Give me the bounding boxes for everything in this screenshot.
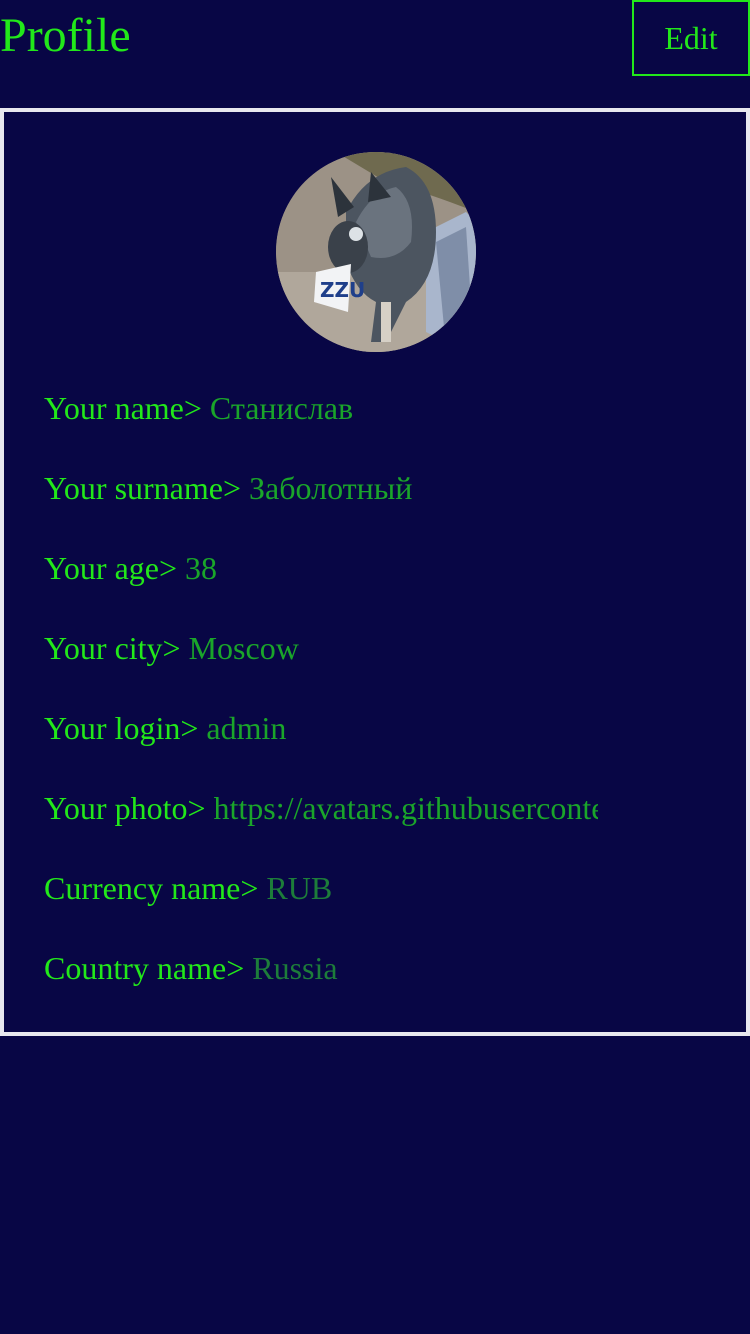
dog-photo-icon: ZZU	[276, 152, 476, 352]
field-value: Станислав	[209, 390, 354, 426]
svg-text:ZZU: ZZU	[320, 278, 365, 302]
field-currency: Currency name> RUB	[44, 868, 332, 908]
field-value: Заболотный	[249, 470, 413, 506]
field-age: Your age> 38	[44, 548, 217, 588]
field-label: Currency name>	[44, 870, 259, 906]
page-title: Profile	[0, 9, 131, 62]
field-name: Your name> Станислав	[44, 388, 353, 428]
field-label: Country name>	[44, 950, 245, 986]
field-country: Country name> Russia	[44, 948, 338, 988]
avatar: ZZU	[276, 152, 476, 352]
field-label: Your age>	[44, 550, 178, 586]
field-label: Your surname>	[44, 470, 242, 506]
field-label: Your name>	[44, 390, 202, 426]
field-login: Your login> admin	[44, 708, 286, 748]
field-label: Your login>	[44, 710, 199, 746]
header: Profile Edit	[0, 0, 750, 108]
profile-card: ZZU Your name> Станислав Your surname> З…	[0, 108, 750, 1036]
field-value: admin	[206, 710, 287, 746]
field-label: Your city>	[44, 630, 181, 666]
field-label: Your photo>	[44, 790, 206, 826]
field-surname: Your surname> Заболотный	[44, 468, 412, 508]
field-photo: Your photo> https://avatars.githubuserco…	[44, 788, 598, 828]
field-value: 38	[185, 550, 218, 586]
field-value: RUB	[266, 870, 333, 906]
field-city: Your city> Moscow	[44, 628, 299, 668]
field-value: Moscow	[188, 630, 299, 666]
field-value: Russia	[252, 950, 338, 986]
edit-button[interactable]: Edit	[632, 0, 750, 76]
field-value: https://avatars.githubuserconte	[213, 790, 598, 826]
